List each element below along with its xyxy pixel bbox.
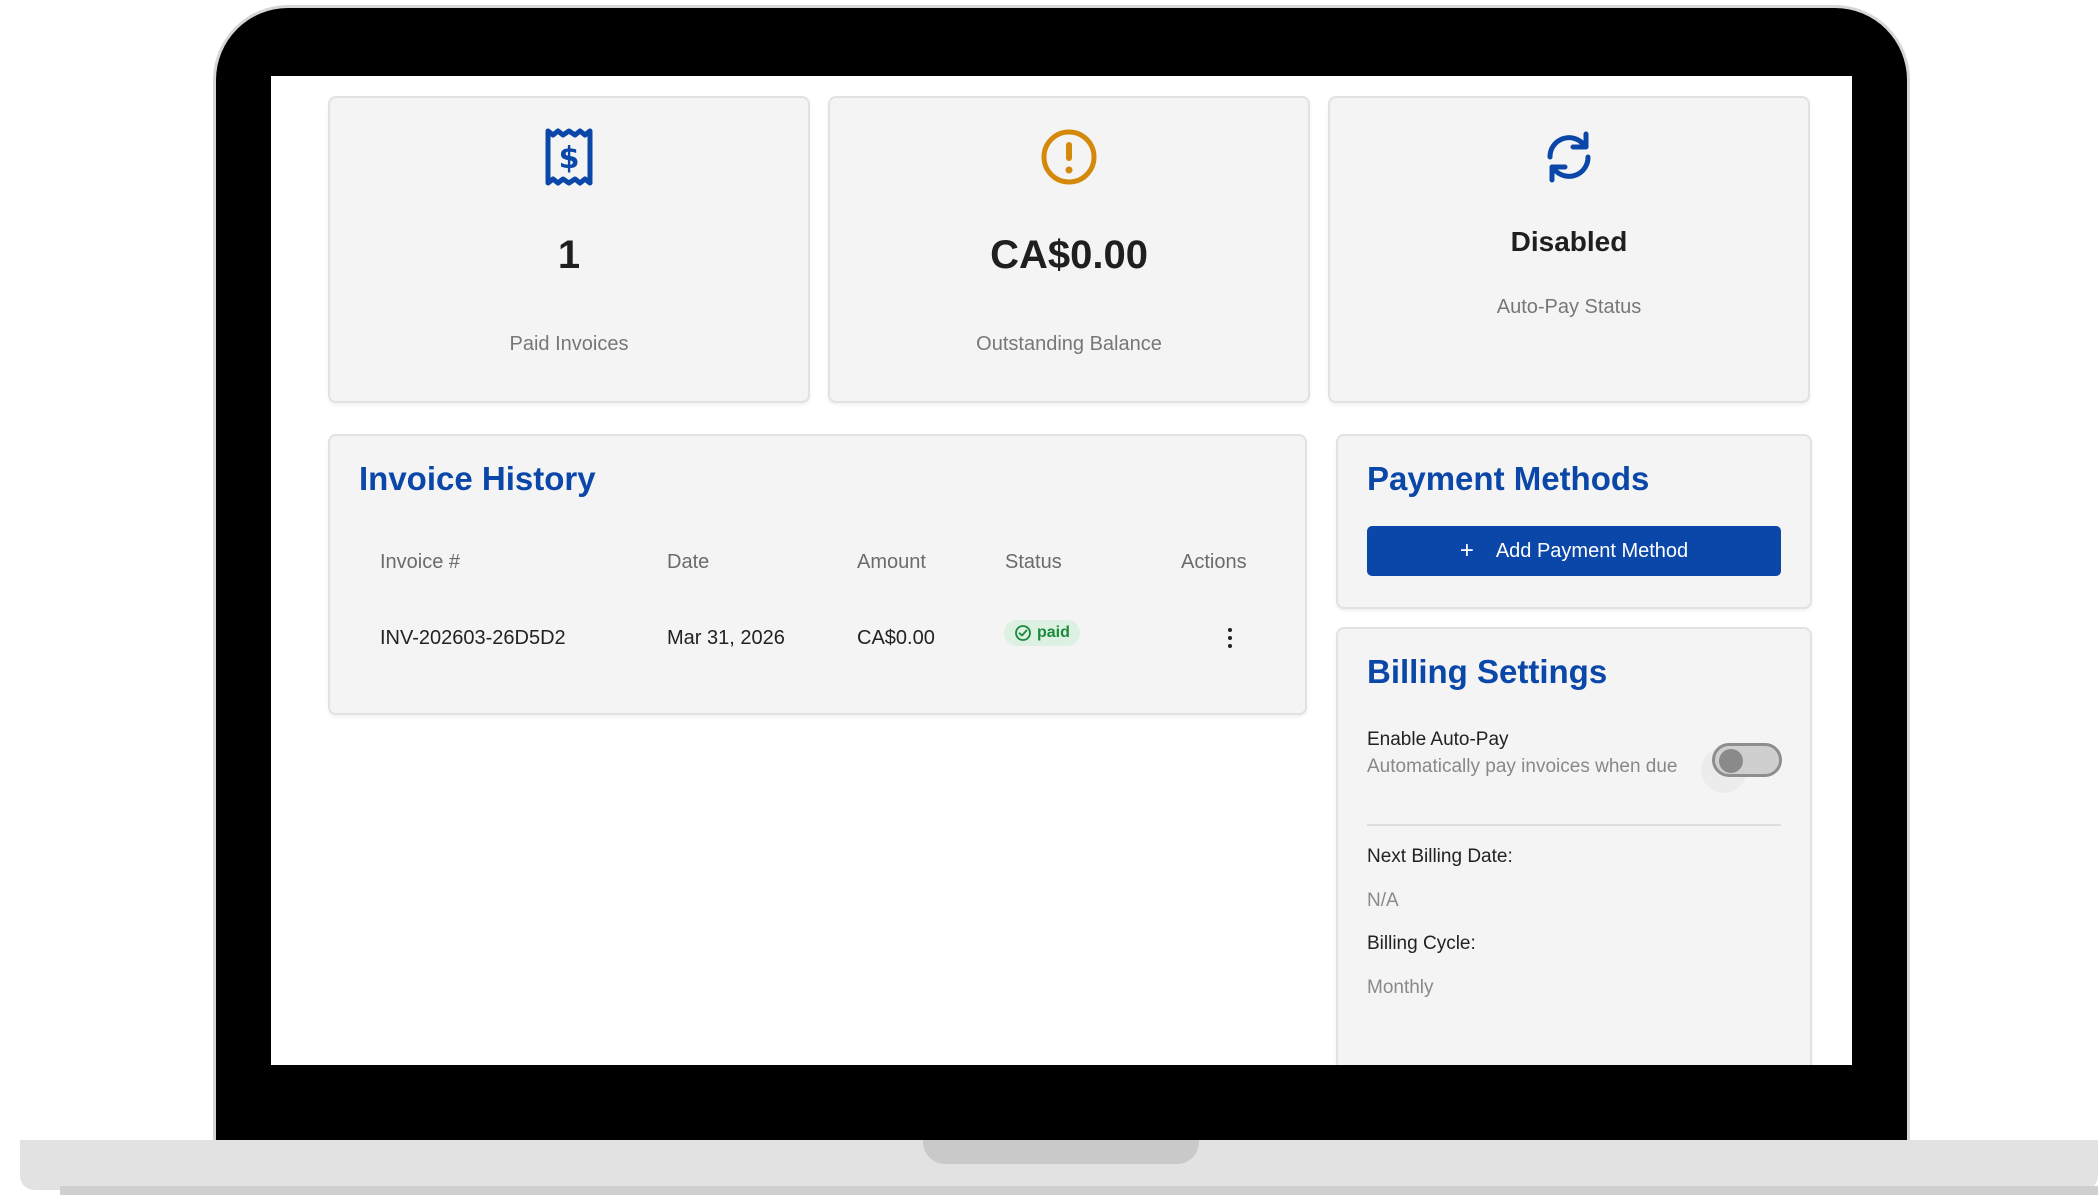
invoice-number-cell: INV-202603-26D5D2	[380, 627, 566, 649]
column-header-invoice: Invoice #	[380, 551, 461, 573]
column-header-status: Status	[1005, 551, 1062, 573]
plus-icon: +	[1459, 537, 1474, 564]
receipt-dollar-icon: $	[330, 128, 808, 188]
autopay-status-label: Auto-Pay Status	[1496, 296, 1642, 318]
invoice-amount-cell: CA$0.00	[857, 627, 935, 649]
next-billing-label: Next Billing Date:	[1367, 846, 1513, 867]
invoice-history-title: Invoice History	[359, 460, 596, 497]
autopay-label: Enable Auto-Pay	[1367, 729, 1509, 750]
column-header-actions: Actions	[1181, 551, 1247, 573]
billing-settings-card: Billing Settings Enable Auto-Pay Automat…	[1336, 627, 1812, 1065]
laptop-notch	[923, 1140, 1199, 1164]
invoice-date-cell: Mar 31, 2026	[667, 627, 785, 649]
sync-icon	[1330, 128, 1808, 188]
svg-text:$: $	[559, 141, 580, 176]
autopay-toggle[interactable]	[1712, 743, 1782, 777]
next-billing-value: N/A	[1367, 890, 1399, 911]
outstanding-balance-label: Outstanding Balance	[976, 333, 1162, 355]
status-badge-label: paid	[1037, 624, 1070, 641]
invoice-history-card: Invoice History Invoice # Date Amount St…	[328, 434, 1307, 715]
row-actions-menu-icon[interactable]	[1220, 624, 1240, 652]
column-header-date: Date	[667, 551, 710, 573]
billing-cycle-label: Billing Cycle:	[1367, 933, 1476, 954]
payment-methods-card: Payment Methods + Add Payment Method	[1336, 434, 1812, 609]
autopay-status-value: Disabled	[1510, 226, 1628, 257]
status-badge: paid	[1004, 620, 1080, 646]
stat-card-outstanding-balance: CA$0.00 Outstanding Balance	[828, 96, 1310, 403]
outstanding-balance-value: CA$0.00	[990, 233, 1148, 277]
add-payment-method-button[interactable]: + Add Payment Method	[1367, 526, 1781, 576]
screen: $ 1 Paid Invoices CA$0.00 Outstanding Ba…	[271, 76, 1852, 1065]
stat-card-paid-invoices: $ 1 Paid Invoices	[328, 96, 810, 403]
paid-invoices-value: 1	[557, 233, 581, 277]
stat-card-autopay-status: Disabled Auto-Pay Status	[1328, 96, 1810, 403]
billing-settings-title: Billing Settings	[1367, 653, 1608, 690]
check-circle-icon	[1015, 625, 1031, 641]
alert-circle-icon	[830, 128, 1308, 188]
paid-invoices-label: Paid Invoices	[509, 333, 629, 355]
toggle-knob	[1719, 749, 1743, 773]
billing-cycle-value: Monthly	[1367, 977, 1434, 998]
column-header-amount: Amount	[857, 551, 926, 573]
autopay-help-text: Automatically pay invoices when due	[1367, 756, 1678, 777]
payment-methods-title: Payment Methods	[1367, 460, 1650, 497]
laptop-base-edge	[60, 1186, 2098, 1195]
add-payment-method-label: Add Payment Method	[1495, 539, 1689, 562]
divider	[1367, 824, 1781, 826]
